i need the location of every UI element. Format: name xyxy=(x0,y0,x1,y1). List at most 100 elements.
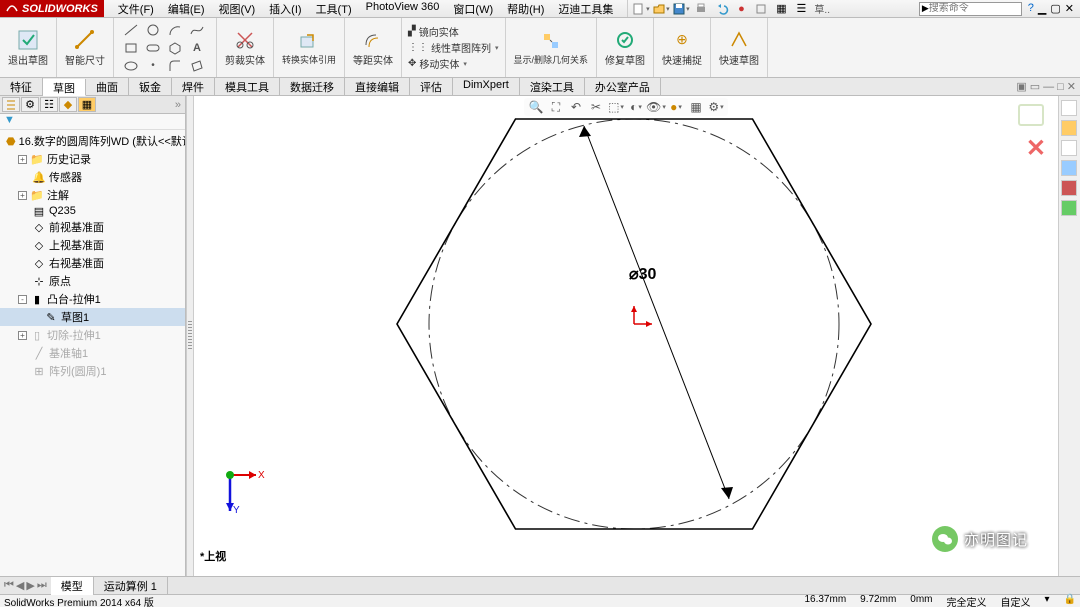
tree-filter[interactable]: ▼ xyxy=(0,114,185,130)
diameter-leader[interactable] xyxy=(584,126,729,499)
mdi-close-icon[interactable]: ✕ xyxy=(1067,80,1076,93)
tab-evaluate[interactable]: 评估 xyxy=(410,78,453,95)
trim-button[interactable]: 剪裁实体 xyxy=(217,18,274,77)
tree-item[interactable]: ▤Q235 xyxy=(0,204,185,218)
arc-tool-icon[interactable] xyxy=(166,23,184,37)
tree-root[interactable]: ⬣ 16.数字的圆周阵列WD (默认<<默认> xyxy=(0,132,185,150)
tree-item[interactable]: ◇上视基准面 xyxy=(0,236,185,254)
tree-item[interactable]: ╱基准轴1 xyxy=(0,344,185,362)
tab-sheetmetal[interactable]: 钣金 xyxy=(129,78,172,95)
tab-directedit[interactable]: 直接编辑 xyxy=(345,78,410,95)
plane-tool-icon[interactable] xyxy=(188,59,206,73)
point-tool-icon[interactable]: • xyxy=(144,59,162,73)
search-input[interactable] xyxy=(929,3,1019,14)
tab-next-icon[interactable]: ▶ xyxy=(26,579,34,592)
tree-item[interactable]: +📁注解 xyxy=(0,186,185,204)
qat-more[interactable]: 草.. xyxy=(814,1,830,16)
menu-help[interactable]: 帮助(H) xyxy=(501,0,550,18)
options-icon[interactable] xyxy=(754,2,768,16)
expand-icon[interactable]: + xyxy=(18,191,27,200)
status-lock-icon[interactable]: 🔒 xyxy=(1064,594,1076,607)
feature-tree-tab-icon[interactable] xyxy=(2,97,20,112)
exit-sketch-button[interactable]: 退出草图 xyxy=(0,18,57,77)
line-tool-icon[interactable] xyxy=(122,23,140,37)
mirror-button[interactable]: ▞镜向实体 xyxy=(408,24,459,39)
tab-sketch[interactable]: 草图 xyxy=(43,79,86,96)
offset-button[interactable]: 等距实体 xyxy=(345,18,402,77)
rect-tool-icon[interactable] xyxy=(122,41,140,55)
dimxpert-tab-icon[interactable]: ◆ xyxy=(59,97,77,112)
diameter-dimension[interactable]: ⌀30 xyxy=(629,266,657,283)
orientation-triad[interactable]: X Y xyxy=(218,463,268,528)
tree-item[interactable]: ◇前视基准面 xyxy=(0,218,185,236)
rapid-sketch-button[interactable]: 快速草图 xyxy=(711,18,768,77)
expand-icon[interactable]: + xyxy=(18,331,27,340)
quick-snap-button[interactable]: ⊕ 快速捕捉 xyxy=(654,18,711,77)
menu-tools[interactable]: 工具(T) xyxy=(310,0,358,18)
minimize-icon[interactable]: ▁ xyxy=(1038,2,1046,15)
tab-office[interactable]: 办公室产品 xyxy=(585,78,661,95)
panel-resize-grip[interactable] xyxy=(186,96,194,576)
status-custom[interactable]: 自定义 xyxy=(1001,594,1031,607)
open-icon[interactable]: ▾ xyxy=(654,2,668,16)
tab-dimxpert[interactable]: DimXpert xyxy=(453,78,520,95)
print-icon[interactable] xyxy=(694,2,708,16)
help-icon[interactable]: ? xyxy=(1028,2,1034,15)
menu-file[interactable]: 文件(F) xyxy=(112,0,160,18)
circle-tool-icon[interactable] xyxy=(144,23,162,37)
display-manager-tab-icon[interactable]: ▦ xyxy=(78,97,96,112)
mdi-restore-icon[interactable]: ▣ xyxy=(1016,80,1026,93)
tab-datamigration[interactable]: 数据迁移 xyxy=(280,78,345,95)
panel-collapse-icon[interactable]: » xyxy=(175,99,185,111)
repair-sketch-button[interactable]: 修复草图 xyxy=(597,18,654,77)
tree-item[interactable]: +📁历史记录 xyxy=(0,150,185,168)
menu-view[interactable]: 视图(V) xyxy=(213,0,262,18)
graphics-viewport[interactable]: 🔍 ⛶ ↶ ✂ ⬚▾ ◐▾ 👁▾ ●▾ ▦ ⚙▾ ✕ ⌀30 xyxy=(194,96,1058,576)
display-relations-button[interactable]: 显示/删除几何关系 xyxy=(506,18,598,77)
config-manager-tab-icon[interactable]: ☷ xyxy=(40,97,58,112)
tab-weldment[interactable]: 焊件 xyxy=(172,78,215,95)
expand-icon[interactable]: - xyxy=(18,295,27,304)
mdi-minimize-icon[interactable]: — xyxy=(1043,81,1054,93)
menu-window[interactable]: 窗口(W) xyxy=(447,0,499,18)
screen-capture-icon[interactable]: ▦ xyxy=(774,2,788,16)
bottom-tab-motion[interactable]: 运动算例 1 xyxy=(94,577,168,595)
tab-prev-icon[interactable]: ◀ xyxy=(16,579,24,592)
save-icon[interactable]: ▾ xyxy=(674,2,688,16)
tree-item[interactable]: ⊞阵列(圆周)1 xyxy=(0,362,185,380)
tree-item[interactable]: ◇右视基准面 xyxy=(0,254,185,272)
tab-features[interactable]: 特征 xyxy=(0,78,43,95)
new-doc-icon[interactable]: ▾ xyxy=(634,2,648,16)
tab-mold[interactable]: 模具工具 xyxy=(215,78,280,95)
bottom-tab-model[interactable]: 模型 xyxy=(51,577,94,595)
layers-icon[interactable]: ☰ xyxy=(794,2,808,16)
tab-last-icon[interactable]: ⏭ xyxy=(37,579,47,592)
status-dropdown-icon[interactable]: ▾ xyxy=(1045,594,1050,607)
mdi-maximize-icon[interactable]: □ xyxy=(1057,81,1064,93)
close-icon[interactable]: ✕ xyxy=(1065,2,1074,15)
linear-pattern-button[interactable]: ⋮⋮线性草图阵列▾ xyxy=(408,40,499,55)
property-manager-tab-icon[interactable]: ⚙ xyxy=(21,97,39,112)
tab-render[interactable]: 渲染工具 xyxy=(520,78,585,95)
maximize-icon[interactable]: ▢ xyxy=(1050,2,1060,15)
smart-dimension-button[interactable]: 智能尺寸 xyxy=(57,18,114,77)
tree-item[interactable]: 🔔传感器 xyxy=(0,168,185,186)
tab-first-icon[interactable]: ⏮ xyxy=(4,579,14,592)
menu-insert[interactable]: 插入(I) xyxy=(263,0,307,18)
polygon-tool-icon[interactable] xyxy=(166,41,184,55)
mdi-tile-icon[interactable]: ▭ xyxy=(1030,80,1040,93)
slot-tool-icon[interactable] xyxy=(144,41,162,55)
ellipse-tool-icon[interactable] xyxy=(122,59,140,73)
spline-tool-icon[interactable] xyxy=(188,23,206,37)
tree-item[interactable]: +▯切除-拉伸1 xyxy=(0,326,185,344)
expand-icon[interactable]: + xyxy=(18,155,27,164)
tree-item[interactable]: ✎草图1 xyxy=(0,308,185,326)
tree-item[interactable]: -▮凸台-拉伸1 xyxy=(0,290,185,308)
menu-maidi[interactable]: 迈迪工具集 xyxy=(552,0,619,18)
rebuild-icon[interactable]: ● xyxy=(734,2,748,16)
move-button[interactable]: ✥移动实体▾ xyxy=(408,56,467,71)
text-tool-icon[interactable]: A xyxy=(188,41,206,55)
fillet-tool-icon[interactable] xyxy=(166,59,184,73)
undo-icon[interactable] xyxy=(714,2,728,16)
tree-item[interactable]: ⊹原点 xyxy=(0,272,185,290)
